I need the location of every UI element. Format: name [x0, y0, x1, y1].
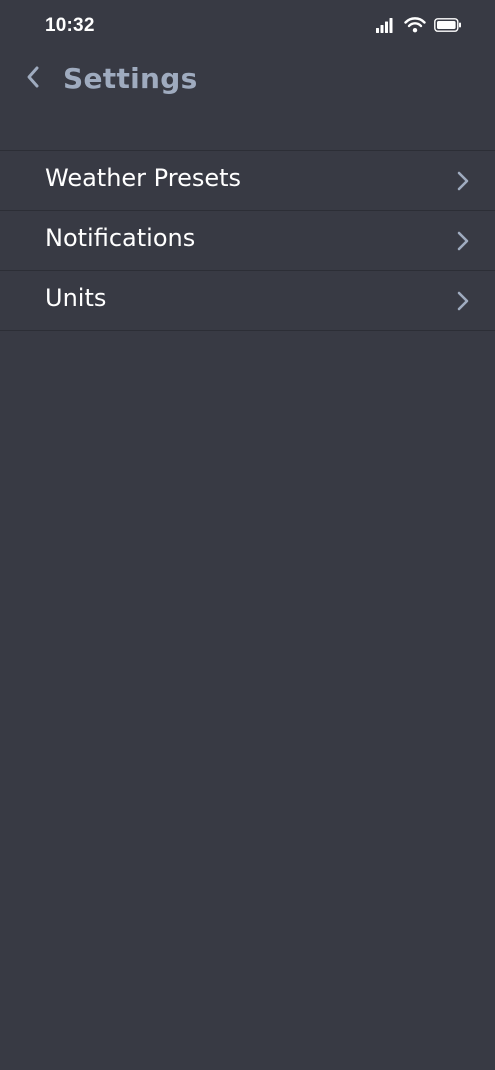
status-time: 10:32 — [45, 15, 95, 36]
cellular-signal-icon — [376, 17, 396, 33]
page-title: Settings — [63, 62, 198, 95]
chevron-right-icon — [455, 170, 471, 192]
settings-item-label: Weather Presets — [45, 164, 242, 192]
battery-icon — [434, 18, 462, 32]
settings-item-notifications[interactable]: Notifications — [0, 211, 495, 271]
settings-list: Weather Presets Notifications Units — [0, 150, 495, 331]
status-bar: 10:32 — [0, 0, 495, 50]
wifi-icon — [404, 17, 426, 33]
chevron-right-icon — [455, 230, 471, 252]
nav-bar: Settings — [0, 52, 495, 108]
settings-item-units[interactable]: Units — [0, 271, 495, 331]
settings-item-label: Units — [45, 284, 107, 312]
settings-item-label: Notifications — [45, 224, 196, 252]
back-button[interactable] — [18, 64, 48, 94]
chevron-left-icon — [25, 65, 41, 93]
status-icons — [376, 16, 462, 34]
settings-item-weather-presets[interactable]: Weather Presets — [0, 151, 495, 211]
chevron-right-icon — [455, 290, 471, 312]
